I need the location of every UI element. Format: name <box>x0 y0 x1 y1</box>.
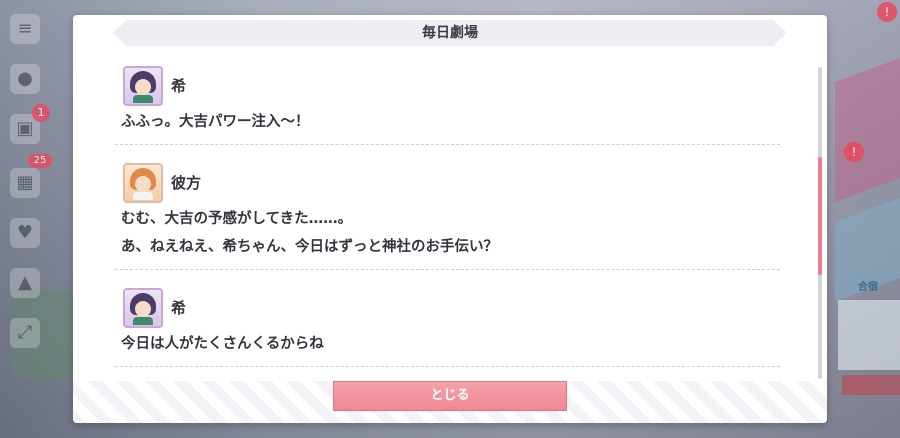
count-badge: 25 <box>28 154 52 168</box>
dialog-scroll-content[interactable]: 希 ふふっ。大吉パワー注入〜！ 彼方 むむ、大吉の予感がしてきた……。 あ、ねえ… <box>115 63 780 378</box>
right-sidebar: ! ! 合宿 <box>828 0 900 438</box>
dialogue-line: ふふっ。大吉パワー注入〜！ <box>121 114 310 130</box>
notification-badge: 1 <box>32 104 50 122</box>
speaker-name: 希 <box>171 299 187 317</box>
dialogue-entry: 希 ふふっ。大吉パワー注入〜！ <box>115 63 780 145</box>
speaker-row: 希 <box>115 63 780 108</box>
speaker-row: 希 <box>115 285 780 330</box>
character-portrait <box>130 292 156 325</box>
dialogue-entry: 彼方 むむ、大吉の予感がしてきた……。 あ、ねえねえ、希ちゃん、今日はずっと神社… <box>115 160 780 270</box>
character-portrait <box>130 70 156 103</box>
speaker-name: 彼方 <box>171 174 202 192</box>
notification-badge: ! <box>844 142 864 162</box>
heart-icon[interactable]: ♥ <box>10 218 40 248</box>
dialogue-entry: 希 今日は人がたくさんくるからね <box>115 285 780 367</box>
dialog-title: 毎日劇場 <box>422 25 478 41</box>
gift-icon[interactable]: ▦ <box>10 168 40 198</box>
left-sidebar: ≡ ● ▣ 1 25 ▦ ♥ ▲ ⤢ <box>0 0 60 438</box>
avatar <box>123 65 163 106</box>
scrollbar-thumb[interactable] <box>818 157 822 275</box>
speaker-name: 希 <box>171 77 187 95</box>
training-camp-label[interactable]: 合宿 <box>858 278 878 293</box>
dialogue-line: あ、ねえねえ、希ちゃん、今日はずっと神社のお手伝い？ <box>121 239 498 255</box>
menu-icon[interactable]: ≡ <box>10 14 40 44</box>
notification-badge: ! <box>877 2 897 22</box>
speaker-row: 彼方 <box>115 160 780 205</box>
chat-icon[interactable]: ● <box>10 64 40 94</box>
dialogue-line: 今日は人がたくさんくるからね <box>121 336 324 352</box>
shirt-icon[interactable]: ▲ <box>10 268 40 298</box>
dialogue-line: むむ、大吉の予感がしてきた……。 <box>121 211 353 227</box>
character-portrait <box>130 167 156 200</box>
daily-theater-dialog: 毎日劇場 希 ふふっ。大吉パワー注入〜！ 彼方 むむ、大吉の予感がしてきた……。… <box>73 15 827 423</box>
avatar <box>123 287 163 328</box>
close-button[interactable]: とじる <box>333 381 567 411</box>
avatar <box>123 162 163 203</box>
dialog-header: 毎日劇場 <box>113 20 787 46</box>
expand-icon[interactable]: ⤢ <box>10 318 40 348</box>
